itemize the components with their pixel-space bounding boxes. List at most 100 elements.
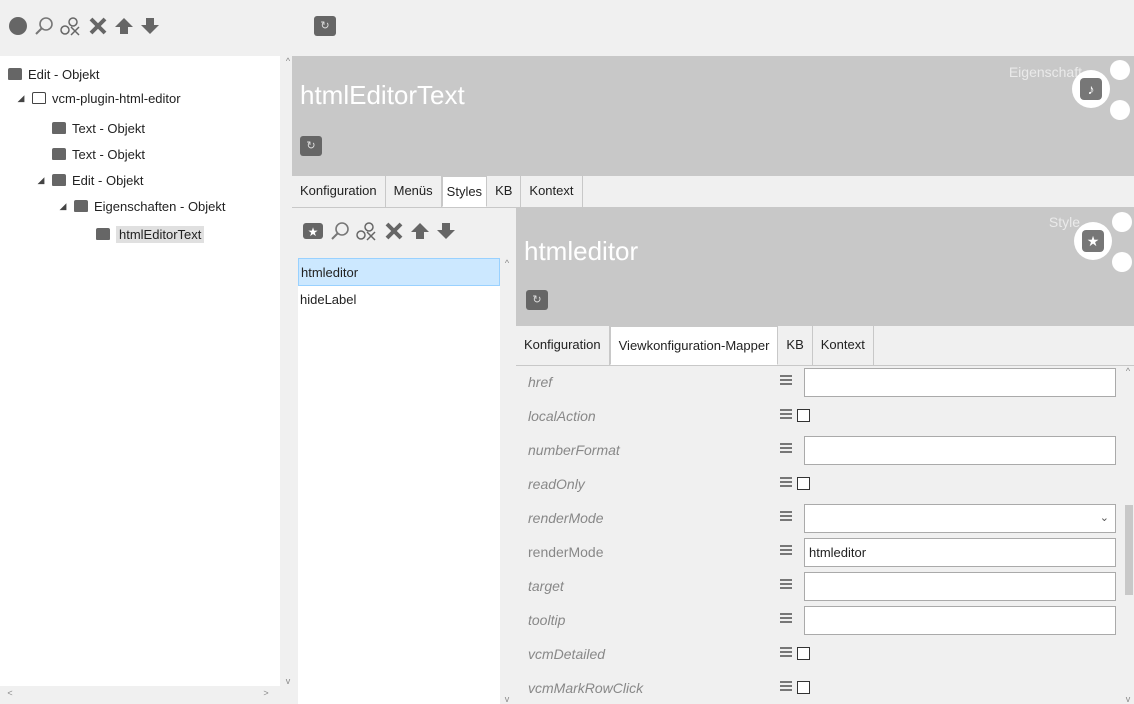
tab-konfiguration[interactable]: Konfiguration (292, 176, 386, 207)
hamburger-menu-icon[interactable] (780, 511, 792, 523)
property-label: renderMode (528, 544, 604, 560)
property-row: localAction (516, 400, 1122, 434)
property-label: vcmMarkRowClick (528, 680, 644, 696)
expand-caret-icon[interactable]: ◢ (58, 201, 68, 212)
scrollbar-thumb[interactable] (1125, 505, 1133, 595)
object-tabs: Konfiguration Menüs Styles KB Kontext (292, 176, 1134, 208)
tree-item-selected[interactable]: htmlEditorText (96, 222, 205, 246)
tree-item[interactable]: ◢ Eigenschaften - Objekt (58, 194, 226, 218)
main-toolbar: ↻ (296, 0, 1134, 56)
scroll-up-arrow-icon[interactable]: ^ (1122, 366, 1134, 376)
property-text-field[interactable] (804, 606, 1116, 635)
scroll-left-arrow-icon[interactable]: < (2, 688, 18, 698)
list-item-selected[interactable]: htmleditor (298, 258, 500, 286)
star-book-icon[interactable]: ★ (302, 221, 324, 245)
scroll-down-arrow-icon[interactable]: v (500, 694, 514, 704)
tree-item-label: Eigenschaften - Objekt (94, 198, 226, 214)
property-label: href (528, 374, 553, 390)
tab-styles[interactable]: Styles (441, 176, 488, 207)
tree-item[interactable]: ◢ vcm-plugin-html-editor (16, 86, 181, 110)
ox-icon[interactable] (60, 16, 82, 40)
arrow-down-icon[interactable] (436, 221, 456, 245)
arrow-up-icon[interactable] (410, 221, 430, 245)
tree-horizontal-scrollbar[interactable]: < > (0, 686, 280, 704)
delete-icon[interactable] (88, 16, 108, 40)
tab-kontext[interactable]: Kontext (521, 176, 583, 207)
search-icon[interactable] (34, 16, 54, 40)
tab-menues[interactable]: Menüs (385, 176, 442, 207)
property-label: readOnly (528, 476, 585, 492)
scroll-down-arrow-icon[interactable]: v (1122, 694, 1134, 704)
property-checkbox[interactable] (797, 681, 810, 694)
refresh-book-icon[interactable]: ↻ (314, 16, 336, 36)
property-checkbox[interactable] (797, 409, 810, 422)
property-label: target (528, 578, 564, 594)
property-label: vcmDetailed (528, 646, 606, 662)
hamburger-menu-icon[interactable] (780, 681, 792, 693)
tab-viewkonfiguration-mapper[interactable]: Viewkonfiguration-Mapper (609, 326, 779, 365)
expand-caret-icon[interactable]: ◢ (36, 175, 46, 186)
tree-item[interactable]: Text - Objekt (52, 142, 145, 166)
tab-kb[interactable]: KB (487, 176, 522, 207)
book-icon (74, 200, 88, 212)
styles-list-scrollbar[interactable]: ^ v (500, 258, 514, 704)
list-item[interactable]: hideLabel (298, 286, 500, 314)
book-icon (52, 148, 66, 160)
scroll-down-arrow-icon[interactable]: v (280, 676, 296, 686)
tab-kontext[interactable]: Kontext (812, 326, 874, 365)
property-text-field[interactable] (804, 436, 1116, 465)
style-tabs: Konfiguration Viewkonfiguration-Mapper K… (516, 326, 1134, 366)
property-text-field[interactable] (804, 572, 1116, 601)
refresh-book-icon[interactable]: ↻ (300, 136, 322, 156)
arrow-up-icon[interactable] (114, 16, 134, 40)
style-header: htmleditor Style ↻ ★ (516, 208, 1134, 326)
hamburger-menu-icon[interactable] (780, 477, 792, 489)
property-row: renderMode htmleditor (516, 536, 1122, 570)
property-checkbox[interactable] (797, 477, 810, 490)
hamburger-menu-icon[interactable] (780, 647, 792, 659)
tree-item-label: Text - Objekt (72, 120, 145, 136)
hamburger-menu-icon[interactable] (780, 579, 792, 591)
property-text-field[interactable]: htmleditor (804, 538, 1116, 567)
chevron-down-icon[interactable]: ⌄ (1100, 505, 1109, 532)
expand-caret-icon[interactable]: ◢ (16, 93, 26, 104)
hamburger-menu-icon[interactable] (780, 613, 792, 625)
tree-item[interactable]: Text - Objekt (52, 116, 145, 140)
refresh-book-icon[interactable]: ↻ (526, 290, 548, 310)
share-icon[interactable]: ★ (1072, 208, 1134, 272)
tree-item-label: vcm-plugin-html-editor (52, 90, 181, 106)
hamburger-menu-icon[interactable] (780, 375, 792, 387)
search-icon[interactable] (330, 221, 350, 245)
delete-icon[interactable] (384, 221, 404, 245)
left-toolbar (0, 0, 290, 56)
property-row: href (516, 366, 1122, 400)
circle-icon[interactable] (8, 16, 28, 40)
property-row: renderMode ⌄ (516, 502, 1122, 536)
svg-text:★: ★ (308, 225, 319, 239)
property-text-field[interactable] (804, 368, 1116, 397)
tree-item-label: Text - Objekt (72, 146, 145, 162)
tree-item-label: Edit - Objekt (28, 66, 100, 82)
property-row: target (516, 570, 1122, 604)
share-icon[interactable]: ♪ (1070, 56, 1132, 120)
arrow-down-icon[interactable] (140, 16, 160, 40)
property-label: localAction (528, 408, 596, 424)
hamburger-menu-icon[interactable] (780, 545, 792, 557)
property-select[interactable]: ⌄ (804, 504, 1116, 533)
scroll-up-arrow-icon[interactable]: ^ (500, 258, 514, 268)
tree-item[interactable]: Edit - Objekt (8, 62, 100, 86)
property-checkbox[interactable] (797, 647, 810, 660)
hamburger-menu-icon[interactable] (780, 443, 792, 455)
scroll-right-arrow-icon[interactable]: > (258, 688, 274, 698)
book-icon (96, 228, 110, 240)
tab-konfiguration[interactable]: Konfiguration (516, 326, 610, 365)
hamburger-menu-icon[interactable] (780, 409, 792, 421)
object-tree: Edit - Objekt ◢ vcm-plugin-html-editor T… (0, 56, 280, 686)
book-icon (52, 174, 66, 186)
book-icon (52, 122, 66, 134)
object-header: htmlEditorText Eigenschaft ↻ ♪ (292, 56, 1134, 176)
tab-kb[interactable]: KB (778, 326, 813, 365)
object-title: htmlEditorText (300, 80, 465, 110)
tree-item[interactable]: ◢ Edit - Objekt (36, 168, 144, 192)
ox-icon[interactable] (356, 221, 378, 245)
